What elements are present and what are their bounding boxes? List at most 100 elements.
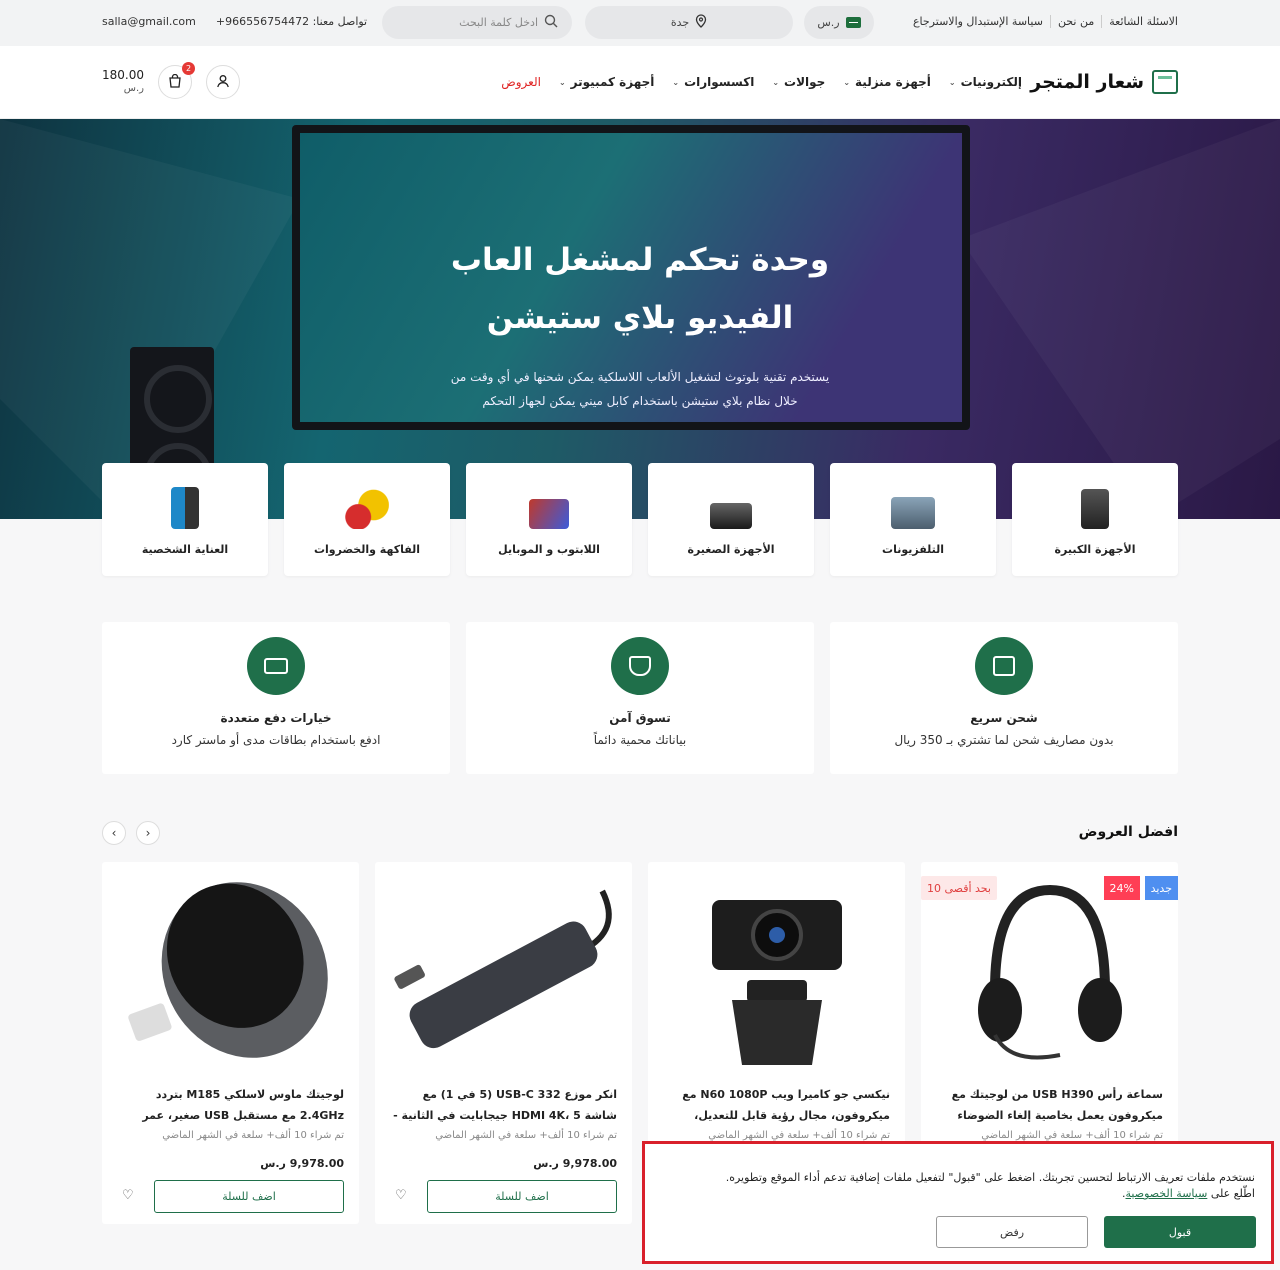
chevron-left-icon: ‹	[111, 826, 117, 840]
shipping-box-icon	[975, 637, 1033, 695]
store-logo-text: شعار المتجر	[1030, 71, 1144, 93]
carousel-arrows: ‹ ›	[102, 821, 160, 845]
category-fruits-vegetables[interactable]: الفاكهة والخضروات	[284, 463, 450, 576]
store-logo[interactable]: شعار المتجر	[1030, 70, 1178, 94]
product-price: 9,978.00 ر.س	[533, 1157, 617, 1170]
cart-total-amount: 180.00	[102, 68, 144, 82]
product-name[interactable]: سماعة رأس USB H390 من لوجيتك مع ميكروفون…	[936, 1084, 1163, 1126]
cart-total[interactable]: 180.00 ر.س	[102, 69, 144, 95]
cart-button[interactable]: 2	[158, 62, 195, 99]
hero-desc-line1: يستخدم تقنية بلوتوث لتشغيل الألعاب اللاس…	[450, 370, 830, 384]
shopping-bag-icon	[168, 73, 182, 91]
best-offers-title: افضل العروض	[1078, 824, 1178, 840]
top-links: الاسئلة الشائعة من نحن سياسة الإستبدال و…	[906, 15, 1178, 28]
heart-icon[interactable]: ♡	[122, 1188, 134, 1203]
discount-badge: 24%	[1103, 876, 1140, 900]
category-label: اللابتوب و الموبايل	[498, 543, 600, 556]
chevron-down-icon: ⌄	[672, 77, 680, 87]
main-header: شعار المتجر إلكترونيات ⌄ أجهزة منزلية ⌄ جو…	[0, 46, 1280, 119]
chevron-down-icon: ⌄	[948, 77, 956, 87]
nav-item-electronics[interactable]: إلكترونيات ⌄	[949, 75, 1022, 89]
nav-item-offers[interactable]: العروض	[501, 75, 541, 89]
location-pin-icon	[695, 14, 707, 31]
hero-title-line2: الفيديو بلاي ستيشن	[486, 300, 794, 336]
nav-label: العروض	[501, 75, 541, 89]
category-list: الأجهزة الكبيرة التلفزيونات الأجهزة الصغ…	[102, 463, 1178, 576]
city-selector[interactable]: جدة	[585, 6, 793, 39]
nav-item-computers[interactable]: أجهزة كمبيوتر ⌄	[559, 75, 654, 89]
feature-payment-options: خيارات دفع متعددة ادفع باستخدام بطاقات م…	[102, 622, 450, 774]
reject-cookies-button[interactable]: رفض	[936, 1216, 1088, 1248]
washing-machine-icon	[1081, 489, 1109, 529]
search-icon	[544, 14, 558, 31]
nav-item-phones[interactable]: جوالات ⌄	[772, 75, 825, 89]
currency-label: ر.س	[817, 16, 840, 29]
search-input[interactable]: ادخل كلمة البحث	[382, 6, 572, 39]
product-name[interactable]: لوجيتك ماوس لاسلكي M185 بتردد 2.4GHz مع …	[117, 1084, 344, 1126]
feature-fast-shipping: شحن سريع بدون مصاريف شحن لما تشتري بـ 35…	[830, 622, 1178, 774]
limit-badge: بحد أقصى 10	[921, 876, 997, 900]
main-nav: إلكترونيات ⌄ أجهزة منزلية ⌄ جوالات ⌄ اكسسوا…	[501, 75, 1022, 89]
product-card[interactable]: انكر موزع USB-C 332 (5 في 1) مع شاشة HDM…	[375, 862, 632, 1224]
feature-desc: بدون مصاريف شحن لما تشتري بـ 350 ريال	[894, 733, 1114, 747]
hero-banner[interactable]: وحدة تحكم لمشغل العاب الفيديو بلاي ستيشن …	[0, 119, 1280, 519]
cookie-message: نستخدم ملفات تعريف الارتباط لتحسين تجربت…	[725, 1171, 1255, 1200]
account-button[interactable]	[206, 65, 240, 99]
nav-item-home-appliances[interactable]: أجهزة منزلية ⌄	[843, 75, 931, 89]
credit-card-icon	[247, 637, 305, 695]
category-tvs[interactable]: التلفزيونات	[830, 463, 996, 576]
feature-desc: ادفع باستخدام بطاقات مدى أو ماستر كارد	[171, 733, 381, 747]
cookie-message-prefix: اطّلع على	[1210, 1187, 1255, 1200]
nav-item-accessories[interactable]: اكسسوارات ⌄	[672, 75, 754, 89]
chevron-down-icon: ⌄	[843, 77, 851, 87]
phone-text[interactable]: +966556754472 :تواصل معنا	[216, 15, 367, 28]
carousel-prev-button[interactable]: ‹	[102, 821, 126, 845]
product-sold-count: تم شراء 10 ألف+ سلعة في الشهر الماضي	[435, 1130, 617, 1141]
product-sold-count: تم شراء 10 ألف+ سلعة في الشهر الماضي	[981, 1130, 1163, 1141]
faq-link[interactable]: الاسئلة الشائعة	[1101, 15, 1178, 28]
about-link[interactable]: من نحن	[1049, 15, 1101, 28]
feature-title: تسوق آمن	[609, 711, 671, 725]
fruit-icon	[345, 489, 389, 529]
nav-label: إلكترونيات	[960, 75, 1022, 89]
feature-secure-shopping: تسوق آمن بياناتك محمية دائماً	[466, 622, 814, 774]
accept-cookies-button[interactable]: قبول	[1104, 1216, 1256, 1248]
product-card[interactable]: لوجيتك ماوس لاسلكي M185 بتردد 2.4GHz مع …	[102, 862, 359, 1224]
product-name[interactable]: انكر موزع USB-C 332 (5 في 1) مع شاشة HDM…	[390, 1084, 617, 1126]
add-to-cart-button[interactable]: اضف للسلة	[154, 1180, 344, 1213]
product-image-usb-hub[interactable]	[385, 866, 622, 1074]
product-name[interactable]: نيكسي جو كاميرا ويب N60 1080P مع ميكروفو…	[663, 1084, 890, 1126]
category-label: العناية الشخصية	[141, 543, 229, 556]
product-price: 9,978.00 ر.س	[260, 1157, 344, 1170]
nav-label: أجهزة منزلية	[855, 75, 931, 89]
heart-icon[interactable]: ♡	[395, 1188, 407, 1203]
currency-selector[interactable]: ر.س	[804, 6, 874, 39]
cart-total-currency: ر.س	[123, 83, 144, 94]
laptop-icon	[529, 499, 569, 529]
add-to-cart-button[interactable]: اضف للسلة	[427, 1180, 617, 1213]
personal-care-icon	[171, 487, 199, 529]
category-large-appliances[interactable]: الأجهزة الكبيرة	[1012, 463, 1178, 576]
privacy-policy-link[interactable]: سياسة الخصوصية	[1126, 1187, 1208, 1200]
return-policy-link[interactable]: سياسة الإستبدال والاسترجاع	[906, 15, 1050, 28]
carousel-next-button[interactable]: ›	[136, 821, 160, 845]
user-icon	[216, 74, 230, 91]
feature-title: شحن سريع	[970, 711, 1038, 725]
search-placeholder: ادخل كلمة البحث	[459, 16, 538, 29]
category-small-appliances[interactable]: الأجهزة الصغيرة	[648, 463, 814, 576]
television-icon	[891, 497, 935, 529]
top-bar: الاسئلة الشائعة من نحن سياسة الإستبدال و…	[0, 0, 1280, 46]
product-image-mouse[interactable]	[112, 866, 349, 1074]
cookie-consent-banner: نستخدم ملفات تعريف الارتباط لتحسين تجربت…	[642, 1141, 1274, 1264]
contact-info: salla@gmail.com +966556754472 :تواصل معن…	[102, 15, 367, 28]
category-personal-care[interactable]: العناية الشخصية	[102, 463, 268, 576]
hero-description: يستخدم تقنية بلوتوث لتشغيل الألعاب اللاس…	[0, 365, 1280, 413]
category-label: الفاكهة والخضروات	[313, 543, 421, 556]
feature-title: خيارات دفع متعددة	[220, 711, 332, 725]
chevron-down-icon: ⌄	[772, 77, 780, 87]
category-label: التلفزيونات	[882, 543, 944, 556]
store-logo-icon	[1152, 70, 1178, 94]
product-image-webcam[interactable]	[658, 866, 895, 1074]
category-laptops-mobiles[interactable]: اللابتوب و الموبايل	[466, 463, 632, 576]
email-text[interactable]: salla@gmail.com	[102, 15, 196, 28]
